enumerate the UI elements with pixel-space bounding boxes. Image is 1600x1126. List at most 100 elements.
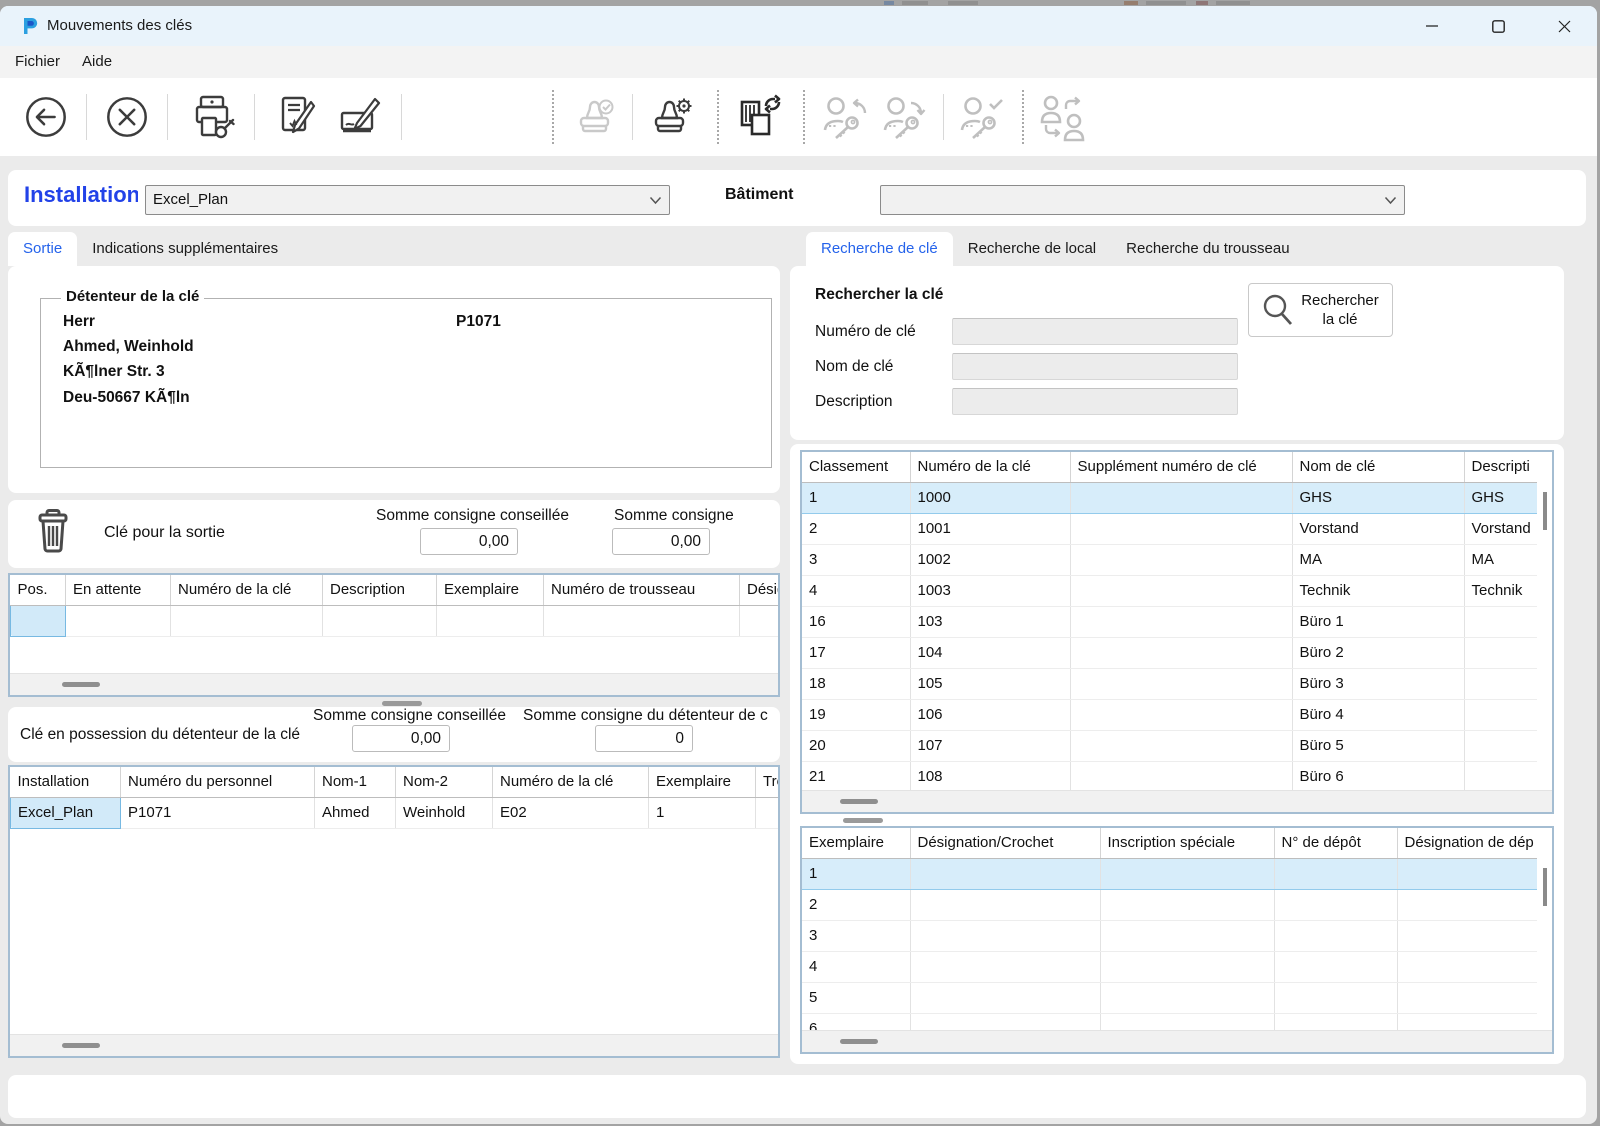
splitter-handle[interactable]	[843, 818, 883, 823]
table-cell[interactable]: 21	[802, 761, 911, 790]
vertical-scrollbar[interactable]	[1537, 452, 1552, 790]
table-cell[interactable]	[1397, 920, 1537, 952]
table-cell[interactable]	[65, 605, 171, 637]
column-header[interactable]: Nom de clé	[1292, 452, 1465, 483]
table-cell[interactable]	[1100, 857, 1275, 890]
table-cell[interactable]	[910, 857, 1101, 890]
column-header[interactable]: Exemplaire	[648, 767, 756, 798]
document-edit-button[interactable]	[273, 93, 321, 141]
table-cell[interactable]	[1070, 730, 1293, 762]
table-cell[interactable]: 108	[910, 761, 1071, 790]
column-header[interactable]: Numéro du personnel	[120, 767, 315, 798]
table-cell[interactable]: Technik	[1292, 575, 1465, 607]
table-cell[interactable]	[1397, 1013, 1537, 1030]
table-cell[interactable]	[755, 797, 778, 829]
table-cell[interactable]: 4	[802, 951, 911, 983]
tab-recherche-trousseau[interactable]: Recherche du trousseau	[1111, 232, 1304, 266]
scrollbar-thumb[interactable]	[1543, 492, 1547, 530]
somme-consigne-field[interactable]: 0,00	[612, 528, 710, 555]
table-cell[interactable]	[1464, 606, 1537, 638]
table-cell[interactable]	[910, 951, 1101, 983]
table-cell[interactable]	[1397, 951, 1537, 983]
column-header[interactable]: Supplément numéro de clé	[1070, 452, 1293, 483]
table-cell[interactable]	[1100, 1013, 1275, 1030]
table-cell[interactable]: Büro 5	[1292, 730, 1465, 762]
table-cell[interactable]	[1070, 699, 1293, 731]
table-cell[interactable]: 16	[802, 606, 911, 638]
table-cell[interactable]	[739, 605, 778, 637]
column-header[interactable]: Installation	[10, 767, 121, 798]
tab-indications[interactable]: Indications supplémentaires	[77, 232, 293, 266]
table-cell[interactable]: P1071	[120, 797, 315, 829]
maximize-button[interactable]	[1465, 6, 1531, 46]
tab-sortie[interactable]: Sortie	[8, 232, 78, 266]
table-cell[interactable]: Excel_Plan	[10, 796, 121, 829]
table-cell[interactable]: 1003	[910, 575, 1071, 607]
table-cell[interactable]: 1001	[910, 513, 1071, 545]
column-header[interactable]: Nom-2	[395, 767, 493, 798]
description-input[interactable]	[952, 388, 1238, 415]
table-cell[interactable]: Technik	[1464, 575, 1537, 607]
table-cell[interactable]: Vorstand	[1292, 513, 1465, 545]
table-cell[interactable]	[1274, 920, 1398, 952]
table-cell[interactable]: 4	[802, 575, 911, 607]
column-header[interactable]: Numéro de la clé	[170, 575, 323, 606]
table-cell[interactable]: 3	[802, 544, 911, 576]
column-header[interactable]: Numéro de la clé	[492, 767, 649, 798]
table-cell[interactable]: 2	[802, 889, 911, 921]
table-cell[interactable]	[1070, 481, 1293, 514]
table-cell[interactable]	[322, 605, 437, 637]
close-button[interactable]	[1531, 6, 1597, 46]
column-header[interactable]: N° de dépôt	[1274, 828, 1398, 859]
table-cell[interactable]	[1274, 1013, 1398, 1030]
search-button[interactable]: Rechercher la clé	[1248, 283, 1393, 337]
horizontal-scrollbar[interactable]	[802, 1030, 1552, 1052]
signature-button[interactable]	[335, 93, 383, 141]
column-header[interactable]: Descripti	[1464, 452, 1537, 483]
trash-icon[interactable]	[34, 509, 72, 553]
table-cell[interactable]	[1100, 920, 1275, 952]
table-cell[interactable]	[1397, 982, 1537, 1014]
menu-aide[interactable]: Aide	[71, 46, 123, 78]
column-header[interactable]: Numéro de trousseau	[543, 575, 740, 606]
table-cell[interactable]	[1100, 889, 1275, 921]
table-cell[interactable]: 20	[802, 730, 911, 762]
column-header[interactable]: En attente	[65, 575, 171, 606]
table-cell[interactable]: 17	[802, 637, 911, 669]
column-header[interactable]: Désignation de dép	[1397, 828, 1537, 859]
table-cell[interactable]: Ahmed	[314, 797, 396, 829]
table-cell[interactable]: 1	[802, 857, 911, 890]
person-key-undo-button[interactable]	[821, 93, 869, 141]
column-header[interactable]: Désig	[739, 575, 778, 606]
horizontal-scrollbar[interactable]	[10, 1034, 778, 1056]
table-cell[interactable]	[1070, 513, 1293, 545]
table-cell[interactable]	[1274, 951, 1398, 983]
table-cell[interactable]	[1464, 699, 1537, 731]
table-cell[interactable]: 5	[802, 982, 911, 1014]
table-cell[interactable]: Büro 2	[1292, 637, 1465, 669]
column-header[interactable]: Description	[322, 575, 437, 606]
batiment-combobox[interactable]	[880, 185, 1405, 215]
table-cell[interactable]: Büro 3	[1292, 668, 1465, 700]
table-cell[interactable]	[1397, 857, 1537, 890]
horizontal-scrollbar[interactable]	[802, 790, 1552, 812]
table-cell[interactable]: 107	[910, 730, 1071, 762]
table-cell[interactable]: E02	[492, 797, 649, 829]
scrollbar-thumb[interactable]	[840, 1039, 878, 1044]
table-cell[interactable]: Büro 6	[1292, 761, 1465, 790]
scrollbar-thumb[interactable]	[62, 682, 100, 687]
possession-detenteur-field[interactable]: 0	[595, 725, 693, 752]
stamp-validate-button[interactable]	[570, 93, 618, 141]
table-cell[interactable]	[1070, 761, 1293, 790]
table-cell[interactable]: 104	[910, 637, 1071, 669]
table-cell[interactable]	[1274, 857, 1398, 890]
table-cell[interactable]	[910, 1013, 1101, 1030]
table-cell[interactable]	[1070, 606, 1293, 638]
minimize-button[interactable]	[1399, 6, 1465, 46]
table-cell[interactable]: Weinhold	[395, 797, 493, 829]
table-cell[interactable]	[10, 604, 66, 637]
table-cell[interactable]: 105	[910, 668, 1071, 700]
table-cell[interactable]: GHS	[1464, 481, 1537, 514]
table-cell[interactable]: MA	[1292, 544, 1465, 576]
somme-conseillee-field[interactable]: 0,00	[420, 528, 518, 555]
